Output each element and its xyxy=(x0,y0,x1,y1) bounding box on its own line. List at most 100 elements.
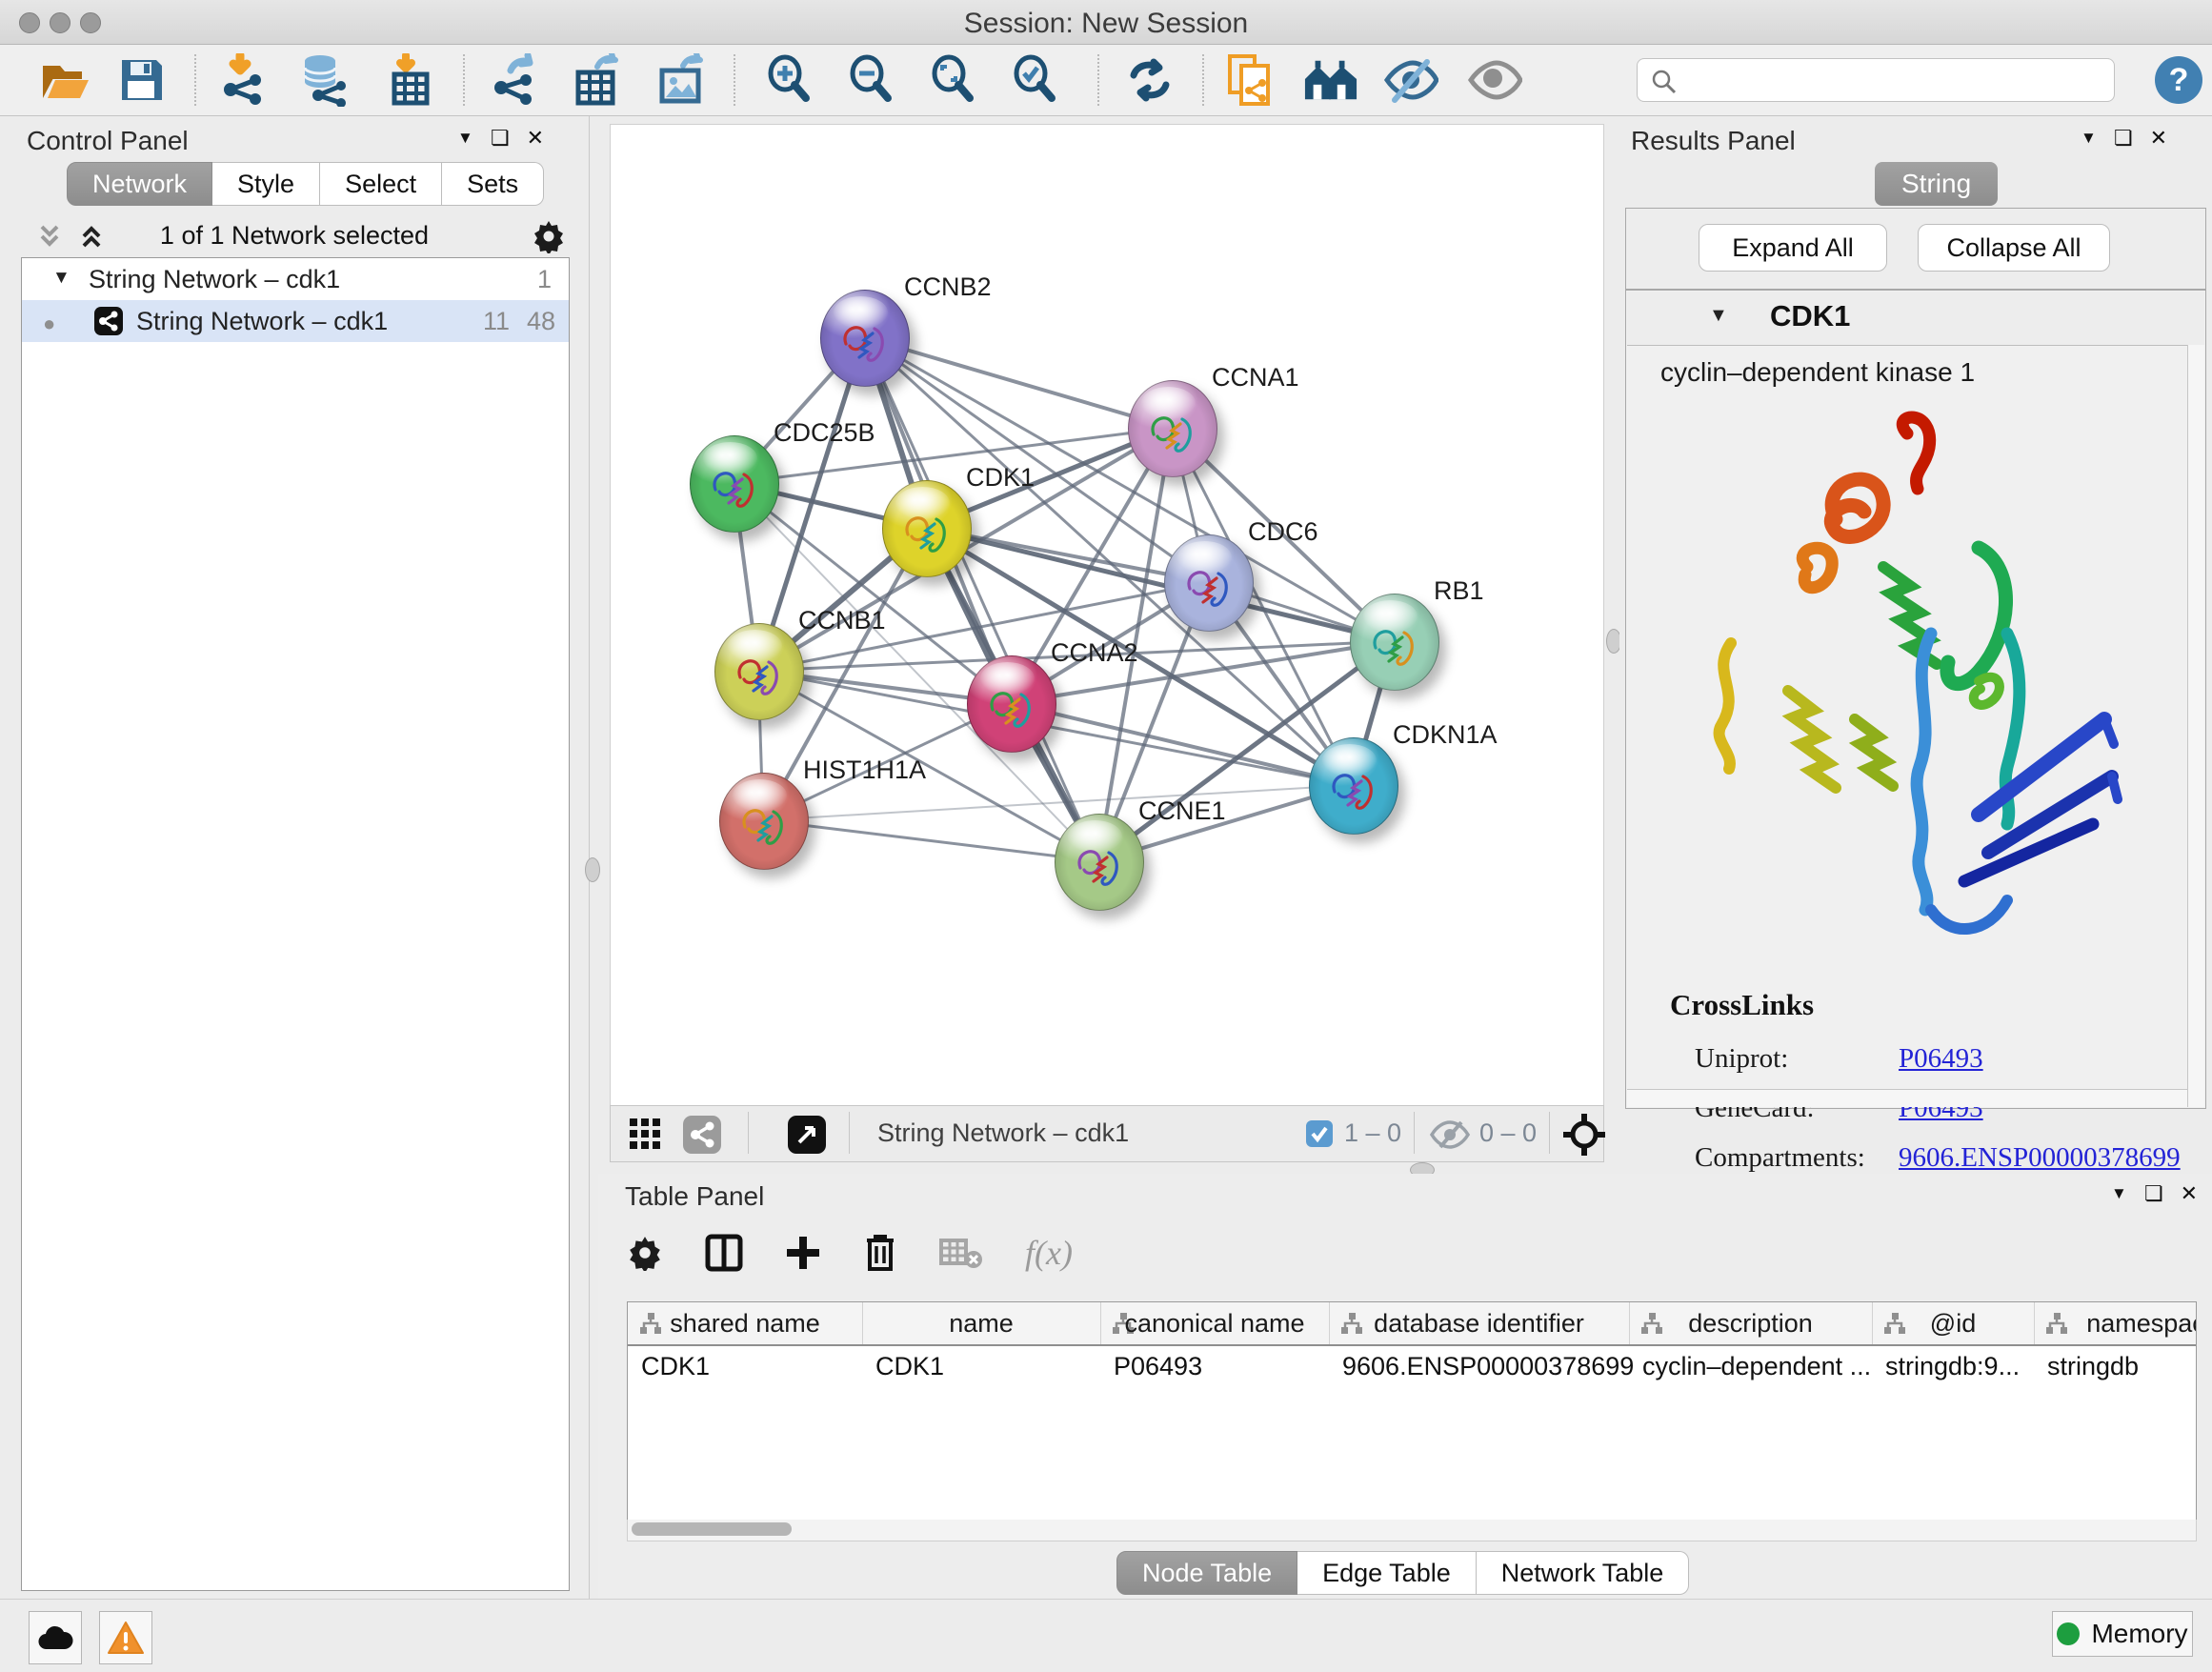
tab-network[interactable]: Network xyxy=(67,162,212,206)
node-CDC25B[interactable] xyxy=(690,435,779,533)
home-icon[interactable] xyxy=(1303,52,1358,108)
birds-eye-icon[interactable] xyxy=(1563,1114,1605,1156)
detach-view-icon[interactable] xyxy=(788,1116,826,1154)
node-details-box: ▼ CDK1 cyclin–dependent kinase 1 xyxy=(1625,290,2206,1109)
column-header-canonical-name[interactable]: canonical name xyxy=(1100,1302,1330,1344)
panel-menu-icon[interactable]: ▼ xyxy=(457,128,473,149)
edge-CCNB2-CCNA1[interactable] xyxy=(864,337,1172,428)
column-header-name[interactable]: name xyxy=(862,1302,1101,1344)
save-session-icon[interactable] xyxy=(114,52,170,108)
node-CDK1[interactable] xyxy=(882,480,972,577)
results-vertical-scrollbar[interactable] xyxy=(2187,345,2204,1107)
import-table-icon[interactable] xyxy=(383,52,438,108)
column-header--id[interactable]: @id xyxy=(1872,1302,2035,1344)
toolbar-separator xyxy=(734,54,735,106)
show-all-eye-icon[interactable] xyxy=(1467,52,1522,108)
node-table[interactable]: shared namenamecanonical namedatabase id… xyxy=(627,1301,2197,1521)
tab-string[interactable]: String xyxy=(1875,162,1998,206)
tab-edge-table[interactable]: Edge Table xyxy=(1297,1551,1477,1595)
tab-sets[interactable]: Sets xyxy=(442,162,544,206)
results-horizontal-scrollbar[interactable] xyxy=(1627,1089,2188,1107)
delete-column-icon[interactable] xyxy=(863,1233,897,1273)
column-header-shared-name[interactable]: shared name xyxy=(628,1302,863,1344)
edge-HIST1H1A-CCNE1[interactable] xyxy=(763,820,1098,861)
warnings-button[interactable] xyxy=(99,1611,152,1664)
section-collapse-icon[interactable]: ▼ xyxy=(1709,305,1728,327)
zoom-selected-icon[interactable] xyxy=(1008,52,1063,108)
selected-node-edge-counts: 1 – 0 xyxy=(1344,1118,1401,1148)
show-columns-icon[interactable] xyxy=(705,1234,743,1272)
search-icon xyxy=(1651,69,1678,95)
panel-float-icon[interactable]: ❏ xyxy=(2114,128,2133,149)
table-cell[interactable]: stringdb:9... xyxy=(1885,1352,2020,1381)
column-header-namespace[interactable]: namespace xyxy=(2034,1302,2197,1344)
panel-close-icon[interactable]: ✕ xyxy=(2181,1183,2198,1204)
collapse-all-button[interactable]: Collapse All xyxy=(1918,224,2110,272)
gear-icon[interactable] xyxy=(532,219,566,253)
export-image-icon[interactable] xyxy=(654,52,709,108)
table-cell[interactable]: P06493 xyxy=(1114,1352,1202,1381)
table-cell[interactable]: CDK1 xyxy=(875,1352,944,1381)
import-network-database-icon[interactable] xyxy=(297,52,352,108)
crosslink-link[interactable]: 9606.ENSP00000378699 xyxy=(1899,1142,2181,1173)
gene-description: cyclin–dependent kinase 1 xyxy=(1660,357,1975,388)
memory-button[interactable]: Memory xyxy=(2052,1611,2193,1657)
tab-style[interactable]: Style xyxy=(212,162,320,206)
create-column-icon[interactable] xyxy=(785,1235,821,1271)
crosslink-link[interactable]: P06493 xyxy=(1899,1043,1983,1074)
scrollbar-thumb[interactable] xyxy=(632,1522,792,1536)
clone-network-icon[interactable] xyxy=(1223,52,1278,108)
node-HIST1H1A[interactable] xyxy=(719,773,809,870)
grid-view-icon[interactable] xyxy=(630,1118,662,1151)
open-session-icon[interactable] xyxy=(38,52,93,108)
network-row[interactable]: ● String Network – cdk1 11 48 xyxy=(22,300,569,342)
zoom-fit-icon[interactable] xyxy=(926,52,981,108)
column-header-database-identifier[interactable]: database identifier xyxy=(1329,1302,1630,1344)
table-cell[interactable]: stringdb xyxy=(2047,1352,2139,1381)
network-canvas[interactable]: CCNB2CCNA1CDC25BCDK1CDC6RB1CCNB1CCNA2CDK… xyxy=(610,124,1604,1107)
node-CCNA2[interactable] xyxy=(967,655,1056,753)
node-CCNB1[interactable] xyxy=(714,623,804,720)
collection-expand-icon[interactable]: ▼ xyxy=(52,268,70,289)
panel-float-icon[interactable]: ❏ xyxy=(491,128,510,149)
panel-menu-icon[interactable]: ▼ xyxy=(2111,1183,2127,1204)
search-field[interactable] xyxy=(1637,58,2115,102)
table-options-gear-icon[interactable] xyxy=(627,1235,663,1271)
refresh-icon[interactable] xyxy=(1122,52,1177,108)
tab-select[interactable]: Select xyxy=(320,162,442,206)
network-selection-status: 1 of 1 Network selected xyxy=(19,221,570,251)
node-section-header[interactable]: ▼ CDK1 xyxy=(1627,292,2204,346)
search-input[interactable] xyxy=(1687,63,2101,95)
node-RB1[interactable] xyxy=(1350,594,1439,691)
network-overview-icon[interactable] xyxy=(683,1116,721,1154)
node-CCNA1[interactable] xyxy=(1128,380,1217,477)
column-header-description[interactable]: description xyxy=(1629,1302,1873,1344)
zoom-out-icon[interactable] xyxy=(844,52,899,108)
panel-menu-icon[interactable]: ▼ xyxy=(2081,128,2097,149)
node-CCNE1[interactable] xyxy=(1055,814,1144,911)
splitter-handle-left[interactable] xyxy=(585,857,600,882)
panel-float-icon[interactable]: ❏ xyxy=(2144,1183,2163,1204)
table-cell[interactable]: CDK1 xyxy=(641,1352,710,1381)
node-CDKN1A[interactable] xyxy=(1309,737,1398,835)
toolbar-separator xyxy=(1202,54,1204,106)
tab-node-table[interactable]: Node Table xyxy=(1116,1551,1297,1595)
import-network-file-icon[interactable] xyxy=(215,52,271,108)
export-table-icon[interactable] xyxy=(570,52,625,108)
network-collection-row[interactable]: ▼ String Network – cdk1 1 xyxy=(22,258,569,300)
panel-close-icon[interactable]: ✕ xyxy=(527,128,544,149)
table-cell[interactable]: cyclin–dependent ... xyxy=(1642,1352,1871,1381)
cloud-button[interactable] xyxy=(29,1611,82,1664)
hide-selected-eye-icon[interactable] xyxy=(1383,52,1438,108)
help-icon[interactable]: ? xyxy=(2155,56,2202,104)
node-CCNB2[interactable] xyxy=(820,290,910,387)
selected-checkbox-icon[interactable] xyxy=(1306,1120,1333,1147)
export-network-icon[interactable] xyxy=(488,52,543,108)
panel-close-icon[interactable]: ✕ xyxy=(2150,128,2167,149)
expand-all-button[interactable]: Expand All xyxy=(1699,224,1887,272)
table-cell[interactable]: 9606.ENSP00000378699 xyxy=(1342,1352,1634,1381)
node-CDC6[interactable] xyxy=(1164,534,1254,632)
table-horizontal-scrollbar[interactable] xyxy=(627,1520,2197,1541)
zoom-in-icon[interactable] xyxy=(762,52,817,108)
tab-network-table[interactable]: Network Table xyxy=(1477,1551,1690,1595)
